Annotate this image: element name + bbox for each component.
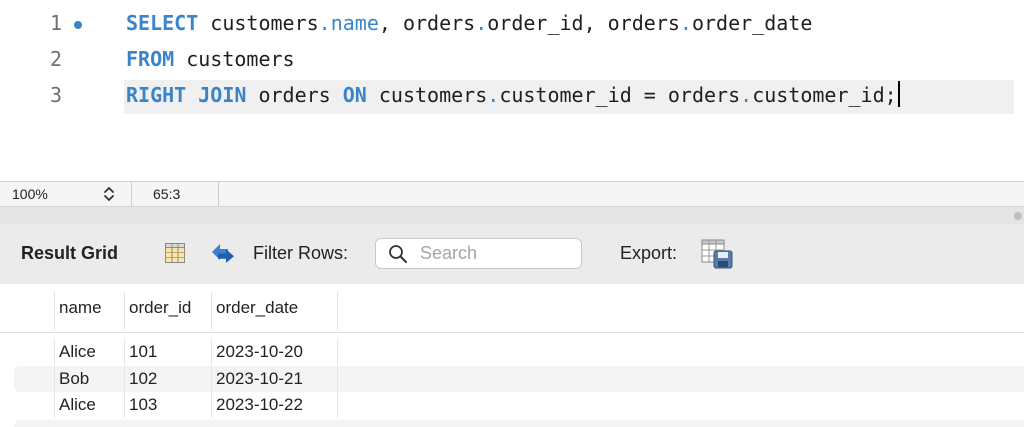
table-row[interactable]: Bob 102 2023-10-21 <box>0 366 1024 392</box>
cell-order-date[interactable]: 2023-10-22 <box>211 392 338 418</box>
cell-order-id[interactable]: 102 <box>124 366 211 392</box>
row-stripe <box>14 420 1024 427</box>
text-caret <box>897 81 900 107</box>
export-label: Export: <box>620 243 678 263</box>
editor-status-bar: 100% 65:3 <box>0 181 1024 207</box>
keyword-from: FROM <box>126 47 175 71</box>
cell-order-date[interactable]: 2023-10-20 <box>211 339 338 365</box>
filter-rows-label: Filter Rows: <box>253 243 349 263</box>
filter-search-input[interactable] <box>420 242 570 264</box>
grid-header-row: name order_id order_date <box>0 292 1024 333</box>
code-dot: . <box>487 83 500 107</box>
cell-order-id[interactable]: 103 <box>124 392 211 418</box>
zoom-value: 100% <box>12 186 48 202</box>
chevron-updown-icon[interactable] <box>102 184 116 204</box>
code-line-1[interactable]: 1 SELECT customers.name, orders.order_id… <box>0 8 1024 38</box>
code-text: RIGHT JOIN orders ON customers.customer_… <box>126 80 900 110</box>
table-row[interactable]: Alice 103 2023-10-22 <box>0 392 1024 418</box>
code-fragment: customer_id = orders <box>499 83 741 107</box>
result-grid-tab[interactable]: Result Grid <box>21 243 118 264</box>
export-spreadsheet-icon[interactable] <box>700 239 736 269</box>
zoom-select[interactable]: 100% <box>0 182 132 206</box>
code-fragment: customers <box>366 83 488 107</box>
code-dot: . <box>740 83 753 107</box>
cursor-position: 65:3 <box>131 182 219 206</box>
code-fragment: order_date <box>691 11 813 35</box>
cursor-position-value: 65:3 <box>153 186 181 202</box>
column-header-name[interactable]: name <box>54 292 124 330</box>
cell-order-id[interactable]: 101 <box>124 339 211 365</box>
sql-editor[interactable]: 1 SELECT customers.name, orders.order_id… <box>0 0 1024 181</box>
code-line-2[interactable]: 2 FROM customers <box>0 44 1024 74</box>
keyword-right-join: RIGHT JOIN <box>126 83 247 107</box>
refresh-icon[interactable] <box>208 242 238 266</box>
line-number: 3 <box>49 83 62 107</box>
line-number: 1 <box>49 11 62 35</box>
code-fragment: customers <box>174 47 295 71</box>
code-function-name: name <box>330 11 379 35</box>
cell-name[interactable]: Alice <box>54 339 124 365</box>
table-row[interactable]: Alice 101 2023-10-20 <box>0 339 1024 365</box>
code-dot: . <box>679 11 692 35</box>
sql-workbench-window: 1 SELECT customers.name, orders.order_id… <box>0 0 1024 427</box>
search-icon <box>389 245 407 263</box>
result-toolbar: Result Grid Filter Rows: Export: <box>0 224 1024 284</box>
code-dot: . <box>475 11 488 35</box>
cell-order-date[interactable]: 2023-10-21 <box>211 366 338 392</box>
column-header-order-date[interactable]: order_date <box>211 292 338 330</box>
column-header-order-id[interactable]: order_id <box>124 292 211 330</box>
code-fragment: orders <box>246 83 343 107</box>
splitter-grip-icon[interactable] <box>1014 212 1022 220</box>
code-fragment: , orders <box>378 11 476 35</box>
pane-splitter[interactable] <box>0 207 1024 224</box>
code-text: SELECT customers.name, orders.order_id, … <box>126 8 812 38</box>
keyword-on: ON <box>342 83 367 107</box>
breakpoint-dot-icon[interactable] <box>74 21 82 29</box>
code-fragment: order_id, orders <box>487 11 680 35</box>
keyword-select: SELECT <box>126 11 199 35</box>
code-fragment: customer_id; <box>752 83 897 107</box>
code-fragment: customers <box>198 11 319 35</box>
code-text: FROM customers <box>126 44 295 74</box>
cell-name[interactable]: Alice <box>54 392 124 418</box>
grid-form-icon[interactable] <box>164 242 186 264</box>
result-grid[interactable]: name order_id order_date Alice 101 2023-… <box>0 284 1024 427</box>
filter-search-box[interactable] <box>375 238 582 269</box>
cell-name[interactable]: Bob <box>54 366 124 392</box>
code-line-3[interactable]: 3 RIGHT JOIN orders ON customers.custome… <box>0 80 1024 114</box>
code-dot: . <box>318 11 331 35</box>
line-number: 2 <box>49 47 62 71</box>
